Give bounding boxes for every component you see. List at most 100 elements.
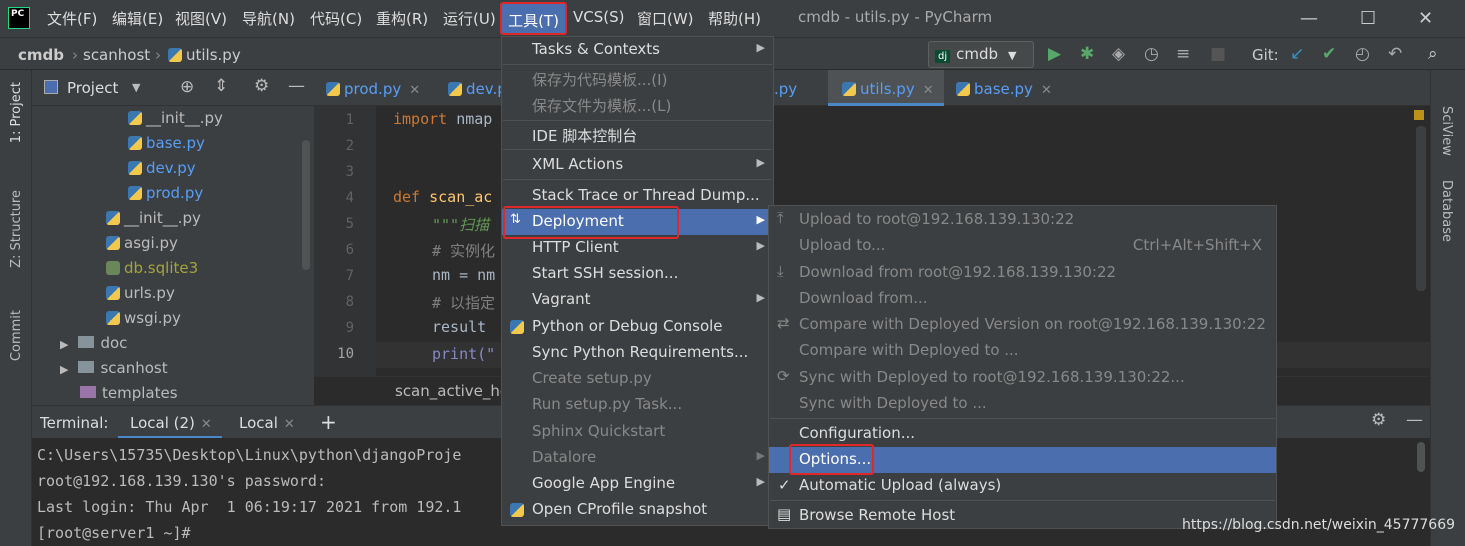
breadcrumb-file[interactable]: utils.py — [168, 46, 241, 64]
run-icon[interactable]: ▶ — [1048, 44, 1061, 64]
close-tab-icon[interactable]: ✕ — [1041, 83, 1052, 98]
run-configuration-select[interactable]: dj cmdb ▼ — [928, 41, 1034, 68]
tree-folder-scanhost[interactable]: ▶ scanhost — [60, 359, 168, 377]
chevron-down-icon: ▼ — [1008, 49, 1017, 62]
menu-view[interactable]: 视图(V) — [175, 8, 227, 30]
menu-vcs[interactable]: VCS(S) — [573, 8, 624, 30]
git-history-icon[interactable]: ◴ — [1355, 44, 1370, 64]
project-scrollbar[interactable] — [302, 140, 310, 270]
menu-item-sync-root[interactable]: ⟳ Sync with Deployed to root@192.168.139.… — [769, 365, 1276, 391]
profile-icon[interactable]: ◷ — [1144, 44, 1159, 64]
menu-item-upload-to-root[interactable]: ⤒ Upload to root@192.168.139.130:22 — [769, 207, 1276, 233]
menu-item-google-app-engine[interactable]: Google App Engine ▶ — [502, 471, 773, 497]
maximize-icon[interactable]: ☐ — [1360, 8, 1376, 29]
debug-icon[interactable]: ✱ — [1080, 44, 1094, 64]
tree-file-db[interactable]: db.sqlite3 — [106, 259, 198, 277]
search-icon[interactable]: ⌕ — [1428, 44, 1438, 64]
menu-item-sphinx[interactable]: Sphinx Quickstart — [502, 419, 773, 445]
menu-item-datalore[interactable]: Datalore ▶ — [502, 445, 773, 471]
gear-icon[interactable]: ⚙ — [1371, 410, 1386, 430]
menu-help[interactable]: 帮助(H) — [708, 8, 761, 30]
tree-file-init[interactable]: __init__.py — [106, 209, 201, 227]
menu-item-sync-deployed[interactable]: Sync with Deployed to ... — [769, 391, 1276, 417]
project-title[interactable]: Project — [67, 79, 118, 97]
cprofile-icon — [510, 503, 524, 517]
tree-file-asgi[interactable]: asgi.py — [106, 234, 178, 252]
terminal-tab-local[interactable]: Local ✕ — [239, 414, 295, 432]
breadcrumb-project[interactable]: cmdb — [18, 46, 64, 64]
tree-file-base[interactable]: base.py — [128, 134, 205, 152]
menu-item-vagrant[interactable]: Vagrant ▶ — [502, 287, 773, 313]
menu-item-compare-root[interactable]: ⇄ Compare with Deployed Version on root@1… — [769, 312, 1276, 338]
menu-edit[interactable]: 编辑(E) — [112, 8, 163, 30]
tab-structure-toolwindow[interactable]: Z: Structure — [9, 190, 24, 268]
close-tab-icon[interactable]: ✕ — [284, 417, 295, 432]
tab-sciview[interactable]: SciView — [1439, 106, 1454, 156]
tab-utils[interactable]: utils.py ✕ — [842, 80, 934, 98]
tree-file-init[interactable]: __init__.py — [128, 109, 223, 127]
menu-item-python-console[interactable]: Python or Debug Console — [502, 314, 773, 340]
menu-refactor[interactable]: 重构(R) — [376, 8, 428, 30]
menu-item-save-as-template[interactable]: 保存为代码模板...(I) — [502, 66, 773, 92]
menu-item-compare-deployed[interactable]: Compare with Deployed to ... — [769, 338, 1276, 364]
editor-scrollbar[interactable] — [1416, 126, 1426, 291]
tree-file-urls[interactable]: urls.py — [106, 284, 175, 302]
tab-project-toolwindow[interactable]: 1: Project — [9, 82, 24, 143]
menu-run[interactable]: 运行(U) — [443, 8, 496, 30]
menu-item-xml-actions[interactable]: XML Actions ▶ — [502, 152, 773, 178]
coverage-icon[interactable]: ◈ — [1112, 44, 1125, 64]
python-file-icon — [128, 111, 142, 125]
menu-item-download-from-root[interactable]: ⤓ Download from root@192.168.139.130:22 — [769, 260, 1276, 286]
close-icon[interactable]: ✕ — [1418, 8, 1433, 29]
close-tab-icon[interactable]: ✕ — [923, 83, 934, 98]
stop-icon[interactable]: ■ — [1210, 44, 1226, 64]
menu-item-upload-to[interactable]: Upload to... Ctrl+Alt+Shift+X — [769, 233, 1276, 259]
menu-item-start-ssh[interactable]: Start SSH session... — [502, 261, 773, 287]
menu-item-ide-script-console[interactable]: IDE 脚本控制台 — [502, 122, 773, 148]
chevron-down-icon[interactable]: ▼ — [132, 81, 140, 94]
breadcrumb-folder[interactable]: scanhost — [83, 46, 150, 64]
menu-window[interactable]: 窗口(W) — [637, 8, 694, 30]
menu-code[interactable]: 代码(C) — [310, 8, 362, 30]
close-tab-icon[interactable]: ✕ — [201, 417, 212, 432]
tab-base[interactable]: base.py ✕ — [956, 80, 1052, 98]
inspection-status-icon[interactable] — [1414, 110, 1424, 120]
hide-icon[interactable]: — — [1406, 410, 1423, 430]
menu-item-open-cprofile[interactable]: Open CProfile snapshot — [502, 497, 773, 523]
add-terminal-icon[interactable]: + — [320, 410, 337, 434]
terminal-scrollbar[interactable] — [1417, 442, 1425, 472]
tab-prod[interactable]: prod.py ✕ — [326, 80, 420, 98]
menu-navigate[interactable]: 导航(N) — [242, 8, 295, 30]
locate-icon[interactable]: ⊕ — [180, 77, 194, 97]
minimize-icon[interactable]: — — [1300, 8, 1318, 29]
git-commit-icon[interactable]: ✔ — [1322, 44, 1336, 64]
git-update-icon[interactable]: ↙ — [1290, 44, 1304, 64]
git-rollback-icon[interactable]: ↶ — [1388, 44, 1402, 64]
build-icon[interactable]: ≡ — [1176, 44, 1190, 64]
hide-icon[interactable]: — — [288, 76, 305, 96]
tree-file-dev[interactable]: dev.py — [128, 159, 196, 177]
tree-file-wsgi[interactable]: wsgi.py — [106, 309, 181, 327]
menu-item-automatic-upload[interactable]: ✓ Automatic Upload (always) — [769, 473, 1276, 499]
menu-item-run-setup-task[interactable]: Run setup.py Task... — [502, 392, 773, 418]
gear-icon[interactable]: ⚙ — [254, 76, 269, 96]
tab-hidden[interactable]: .py — [774, 80, 797, 98]
menu-item-tasks-contexts[interactable]: Tasks & Contexts ▶ — [502, 37, 773, 63]
python-file-icon — [326, 82, 340, 96]
menu-item-save-file-as-template[interactable]: 保存文件为模板...(L) — [502, 92, 773, 118]
tab-commit-toolwindow[interactable]: Commit — [9, 310, 24, 361]
editor-breadcrumb[interactable]: scan_active_ho — [395, 382, 509, 400]
checkmark-icon: ✓ — [778, 476, 791, 494]
tree-file-prod[interactable]: prod.py — [128, 184, 203, 202]
menu-item-download-from[interactable]: Download from... — [769, 286, 1276, 312]
menu-tools[interactable]: 工具(T) — [500, 2, 567, 35]
tab-database[interactable]: Database — [1439, 180, 1454, 242]
tree-folder-templates[interactable]: templates — [80, 384, 178, 402]
close-tab-icon[interactable]: ✕ — [409, 83, 420, 98]
collapse-all-icon[interactable]: ⇕ — [214, 76, 228, 96]
menu-item-sync-requirements[interactable]: Sync Python Requirements... — [502, 340, 773, 366]
tree-folder-doc[interactable]: ▶ doc — [60, 334, 127, 352]
terminal-tab-local2[interactable]: Local (2) ✕ — [130, 414, 212, 432]
menu-file[interactable]: 文件(F) — [47, 8, 97, 30]
menu-item-create-setup[interactable]: Create setup.py — [502, 366, 773, 392]
